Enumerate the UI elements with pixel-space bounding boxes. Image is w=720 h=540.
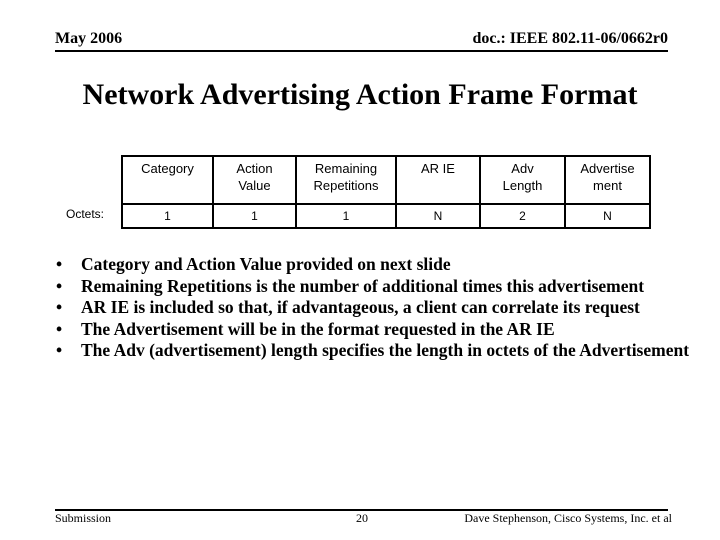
octets-cell-category: 1: [121, 203, 214, 229]
bullet-icon: •: [56, 297, 63, 317]
bullet-icon: •: [56, 340, 63, 360]
field-cell-action-value: Action Value: [212, 155, 297, 205]
field-cell-advertisement: Advertise ment: [564, 155, 651, 205]
header-rule: [55, 50, 668, 52]
octets-cell-ar-ie: N: [395, 203, 481, 229]
field-cell-remaining-repetitions: Remaining Repetitions: [295, 155, 397, 205]
frame-format-table: Category Action Value Remaining Repetiti…: [121, 155, 651, 229]
footer-page-number: 20: [356, 511, 368, 525]
octets-cell-action-value: 1: [212, 203, 297, 229]
field-cell-category: Category: [121, 155, 214, 205]
slide-title: Network Advertising Action Frame Format: [82, 78, 638, 111]
bullet-item: • Remaining Repetitions is the number of …: [56, 275, 645, 296]
header-doc-id: doc.: IEEE 802.11-06/0662r0: [472, 30, 668, 47]
octets-cell-advertisement: N: [564, 203, 651, 229]
header-date: May 2006: [55, 30, 123, 47]
bullet-item: • AR IE is included so that, if advantage…: [56, 297, 640, 317]
bullet-item: • Category and Action Value provided on n…: [56, 254, 451, 274]
bullet-item: • The Adv (advertisement) length specifie…: [56, 340, 690, 360]
octets-row: 1 1 1 N 2 N: [121, 203, 651, 229]
field-cell-adv-length: Adv Length: [479, 155, 566, 205]
bullet-item: • The Advertisement will be in the format…: [56, 318, 555, 339]
footer-author: Dave Stephenson, Cisco Systems, Inc. et …: [464, 511, 672, 525]
bullet-icon: •: [56, 275, 63, 296]
footer-submission: Submission: [55, 511, 112, 525]
field-cell-ar-ie: AR IE: [395, 155, 481, 205]
bullet-list: • Category and Action Value provided on n…: [56, 254, 720, 362]
bullet-icon: •: [56, 254, 63, 274]
octets-row-label: Octets:: [66, 207, 105, 221]
field-name-row: Category Action Value Remaining Repetiti…: [121, 155, 651, 205]
octets-cell-remaining-repetitions: 1: [295, 203, 397, 229]
bullet-icon: •: [56, 318, 63, 339]
octets-cell-adv-length: 2: [479, 203, 566, 229]
